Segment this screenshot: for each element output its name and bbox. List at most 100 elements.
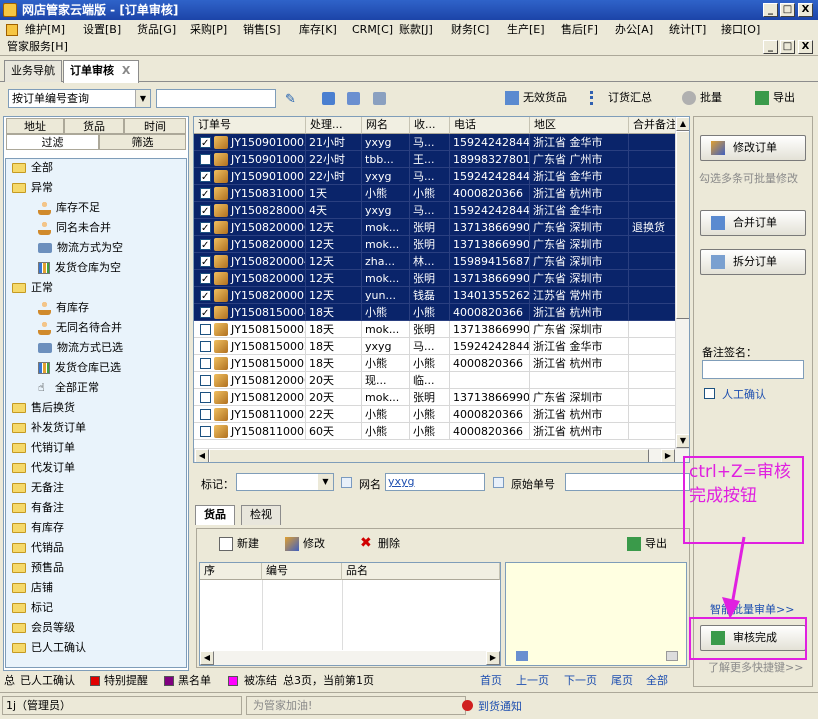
menu-item[interactable]: 统计[T] [666, 21, 709, 39]
menu-item[interactable]: 售后[F] [558, 21, 601, 39]
tab-order-audit[interactable]: 订单审核 X [63, 60, 139, 83]
table-row[interactable]: JY1508280003 4天 yxyg 马... 15924242844 浙江省 金华市 [194, 202, 681, 220]
column-header[interactable]: 处理... [306, 117, 362, 134]
close-button[interactable]: X [798, 3, 813, 17]
tab-screen[interactable]: 筛选 [99, 134, 186, 150]
horizontal-scrollbar[interactable]: ◀ ▶ [200, 651, 500, 665]
first-page-link[interactable]: 首页 [480, 672, 502, 690]
delete-button[interactable]: ✖ 删除 [360, 533, 400, 555]
table-row[interactable]: JY1508110001 60天 小熊 小熊 4000820366 浙江省 杭州市 [194, 423, 681, 440]
tree-item[interactable]: 发货仓库已选 [38, 359, 121, 377]
tree-item[interactable]: 有库存 [12, 519, 64, 537]
column-header[interactable]: 合并备注 [629, 117, 681, 134]
arrival-notice-link[interactable]: 到货通知 [478, 698, 522, 714]
column-header[interactable]: 地区 [530, 117, 629, 134]
table-row[interactable]: JY1508150004 18天 小熊 小熊 4000820366 浙江省 杭州市 [194, 304, 681, 322]
scroll-right-button[interactable]: ▶ [486, 651, 500, 665]
tree-item[interactable]: 已人工确认 [12, 639, 86, 657]
table-row[interactable]: JY1508120005 20天 mok... 张明 13713866990 广东省 深圳… [194, 389, 681, 406]
tab-address[interactable]: 地址 [6, 118, 64, 134]
child-close-button[interactable]: X [798, 40, 813, 54]
tree-item[interactable]: 有备注 [12, 499, 64, 517]
horizontal-scrollbar[interactable]: ◀ ▶ [194, 448, 689, 462]
row-checkbox[interactable] [200, 271, 211, 288]
tree-item[interactable]: 代销品 [12, 539, 64, 557]
scroll-left-button[interactable]: ◀ [200, 651, 214, 665]
remark-sign-input[interactable] [702, 360, 804, 379]
edit-button[interactable]: 修改 [285, 533, 325, 555]
nick-field[interactable]: yxyg [385, 473, 485, 491]
table-row[interactable]: JY1509010003 21小时 yxyg 马... 15924242844 浙江省 金… [194, 134, 681, 152]
tab-goods-detail[interactable]: 货品 [195, 505, 235, 525]
tree-item[interactable]: 物流方式已选 [38, 339, 123, 357]
mark-select[interactable]: ▼ [236, 473, 334, 491]
tree-item[interactable]: 无备注 [12, 479, 64, 497]
manual-confirm-label[interactable]: 人工确认 [722, 386, 766, 402]
search-icon[interactable]: ✎ [285, 92, 296, 107]
table-row[interactable]: JY1508150002 18天 yxyg 马... 15924242844 浙江省 金华… [194, 338, 681, 355]
tree-item[interactable]: 发货仓库为空 [38, 259, 121, 277]
table-row[interactable]: JY1508200005 12天 mok... 张明 13713866990 广东省 深圳… [194, 236, 681, 254]
row-checkbox[interactable] [200, 324, 211, 335]
vertical-scrollbar[interactable]: ▲ ▼ [675, 117, 689, 448]
order-summary-button[interactable]: 订货汇总 [590, 87, 652, 109]
prev-page-link[interactable]: 上一页 [516, 672, 549, 690]
note-area[interactable] [505, 562, 687, 666]
tab-inspect[interactable]: 检视 [241, 505, 281, 525]
tree-item[interactable]: 补发货订单 [12, 419, 86, 437]
filter-icon[interactable] [322, 92, 335, 105]
tree-item[interactable]: 物流方式为空 [38, 239, 123, 257]
menu-item[interactable]: 管家服务[H] [4, 38, 71, 56]
scroll-thumb[interactable] [676, 131, 689, 319]
tree-item[interactable]: 异常 [12, 179, 53, 197]
column-header[interactable]: 序 [200, 563, 262, 580]
row-checkbox[interactable] [200, 135, 211, 152]
table-row[interactable]: JY1508150003 18天 mok... 张明 13713866990 广东省 深圳… [194, 321, 681, 338]
menu-item[interactable]: 库存[K] [296, 21, 340, 39]
next-page-link[interactable]: 下一页 [564, 672, 597, 690]
column-header[interactable]: 电话 [450, 117, 530, 134]
tab-goods[interactable]: 货品 [64, 118, 124, 134]
row-checkbox[interactable] [200, 186, 211, 203]
maximize-button[interactable]: □ [780, 3, 795, 17]
search-input[interactable] [156, 89, 276, 108]
export-button[interactable]: 导出 [755, 87, 795, 109]
table-row[interactable]: JY1508310001 1天 小熊 小熊 4000820366 浙江省 杭州市 [194, 185, 681, 203]
menu-item[interactable]: 采购[P] [187, 21, 230, 39]
table-row[interactable]: JY1509010001 22小时 yxyg 马... 15924242844 浙江省 金… [194, 168, 681, 186]
table-row[interactable]: JY1508110003 22天 小熊 小熊 4000820366 浙江省 杭州市 [194, 406, 681, 423]
scroll-thumb[interactable] [209, 449, 649, 462]
invalid-goods-button[interactable]: 无效货品 [505, 87, 567, 109]
tree-item[interactable]: 代发订单 [12, 459, 75, 477]
tree-item[interactable]: 代销订单 [12, 439, 75, 457]
table-row[interactable]: JY1508200001 12天 yun... 钱磊 13401355262 江苏省 常州… [194, 287, 681, 305]
tree-item[interactable]: 同名未合并 [38, 219, 111, 237]
menu-item[interactable]: CRM[C] [349, 21, 396, 39]
scroll-right-button[interactable]: ▶ [661, 449, 675, 462]
row-checkbox[interactable] [200, 392, 211, 403]
add-note-icon[interactable] [516, 651, 528, 661]
row-checkbox[interactable] [200, 409, 211, 420]
shortcut-more-link[interactable]: 了解更多快捷键>> [708, 659, 803, 675]
new-button[interactable]: 新建 [219, 533, 259, 555]
last-page-link[interactable]: 尾页 [611, 672, 633, 690]
scroll-down-button[interactable]: ▼ [676, 434, 689, 448]
tree-item[interactable]: 有库存 [38, 299, 89, 317]
chevron-down-icon[interactable]: ▼ [135, 90, 150, 107]
menu-item[interactable]: 账款[J] [396, 21, 436, 39]
column-header[interactable]: 网名 [362, 117, 410, 134]
menu-item[interactable]: 维护[M] [22, 21, 68, 39]
row-checkbox[interactable] [200, 305, 211, 322]
modify-order-button[interactable]: 修改订单 [700, 135, 806, 161]
query-type-select[interactable]: 按订单编号查询 ▼ [8, 89, 151, 108]
table-row[interactable]: JY1508150001 18天 小熊 小熊 4000820366 浙江省 杭州市 [194, 355, 681, 372]
chevron-down-icon[interactable]: ▼ [318, 474, 333, 490]
manual-confirm-checkbox[interactable] [704, 388, 715, 399]
scroll-up-button[interactable]: ▲ [676, 117, 689, 131]
row-checkbox[interactable] [200, 341, 211, 352]
batch-button[interactable]: 批量 [682, 87, 722, 109]
tree-item[interactable]: 标记 [12, 599, 53, 617]
tab-close-icon[interactable]: X [122, 64, 130, 77]
tree-item[interactable]: 无同名待合并 [38, 319, 122, 337]
column-header[interactable]: 编号 [262, 563, 342, 580]
